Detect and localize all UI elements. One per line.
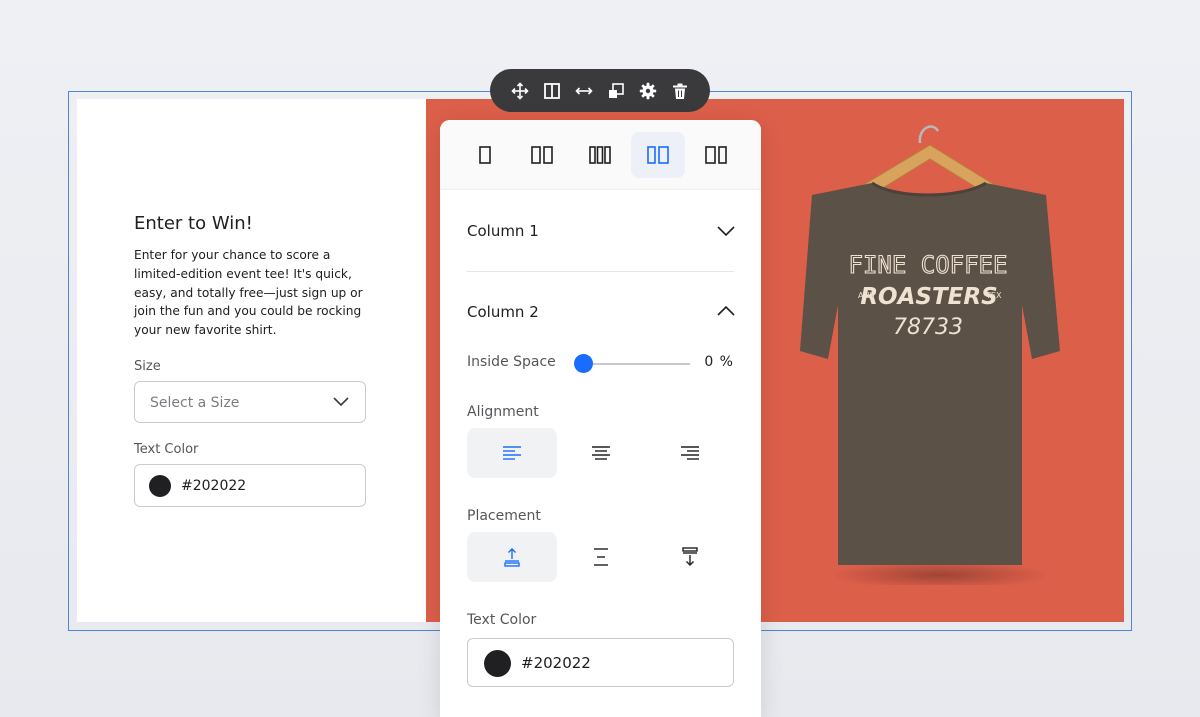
size-select[interactable]: Select a Size: [134, 381, 366, 423]
inside-space-value: 0 %: [704, 354, 734, 370]
inside-space-slider-handle[interactable]: [574, 354, 593, 373]
form-title: Enter to Win!: [134, 213, 253, 234]
gear-icon[interactable]: [637, 80, 659, 102]
tshirt-image: FINE COFFEE AUS ROASTERS TEX 78733: [800, 125, 1060, 585]
column-settings-panel: Column 1 Column 2 Inside Space 0 % Align…: [440, 120, 761, 717]
three-columns-icon: [589, 146, 611, 164]
form-description: Enter for your chance to score a limited…: [134, 248, 363, 338]
column-1[interactable]: [77, 99, 426, 622]
placement-top-button[interactable]: [467, 532, 557, 582]
align-center-button[interactable]: [556, 428, 646, 478]
layout-two-columns-wide-narrow[interactable]: [689, 132, 743, 178]
inside-space-slider-track[interactable]: [583, 363, 690, 365]
two-columns-narrow-wide-icon: [647, 146, 669, 164]
size-label: Size: [134, 359, 161, 374]
placement-label: Placement: [467, 508, 541, 524]
duplicate-icon[interactable]: [605, 80, 627, 102]
one-column-icon: [479, 146, 491, 164]
layout-one-column[interactable]: [458, 132, 512, 178]
columns-icon[interactable]: [541, 80, 563, 102]
layout-three-columns[interactable]: [573, 132, 627, 178]
panel-text-color-field[interactable]: #202022: [467, 638, 734, 687]
color-swatch[interactable]: [149, 475, 171, 497]
text-color-field[interactable]: #202022: [134, 464, 366, 507]
align-right-button[interactable]: [645, 428, 735, 478]
shirt-line-3: 78733: [893, 315, 963, 340]
column-2-header[interactable]: Column 2: [467, 303, 539, 321]
align-left-button[interactable]: [467, 428, 557, 478]
color-swatch[interactable]: [484, 650, 511, 677]
text-color-label: Text Color: [134, 442, 199, 457]
shirt-line-2: ROASTERS: [860, 284, 997, 310]
two-columns-icon: [531, 146, 553, 164]
column-1-header[interactable]: Column 1: [467, 222, 539, 240]
chevron-up-icon[interactable]: [716, 304, 736, 318]
move-icon[interactable]: [509, 80, 531, 102]
shirt-line-1: FINE COFFEE: [849, 251, 1008, 279]
panel-text-color-value: #202022: [521, 654, 591, 672]
placement-bottom-button[interactable]: [645, 532, 735, 582]
layout-two-columns-narrow-wide[interactable]: [631, 132, 685, 178]
divider: [467, 271, 734, 272]
layout-two-columns[interactable]: [515, 132, 569, 178]
section-toolbar: [490, 69, 710, 112]
chevron-down-icon[interactable]: [716, 224, 736, 238]
resize-icon[interactable]: [573, 80, 595, 102]
inside-space-label: Inside Space: [467, 354, 556, 370]
text-color-value: #202022: [181, 478, 247, 494]
panel-text-color-label: Text Color: [467, 612, 537, 628]
shirt-line-2-right: TEX: [985, 291, 1002, 300]
layout-selector: [440, 120, 761, 190]
chevron-down-icon: [333, 397, 349, 407]
align-middle-icon: [594, 548, 608, 566]
align-right-icon: [681, 446, 699, 460]
align-bottom-icon: [682, 547, 698, 566]
alignment-label: Alignment: [467, 404, 539, 420]
size-placeholder: Select a Size: [150, 395, 240, 411]
align-top-icon: [504, 548, 520, 567]
two-columns-wide-narrow-icon: [705, 146, 727, 164]
placement-middle-button[interactable]: [556, 532, 646, 582]
trash-icon[interactable]: [669, 80, 691, 102]
align-left-icon: [503, 446, 521, 460]
align-center-icon: [592, 446, 610, 460]
